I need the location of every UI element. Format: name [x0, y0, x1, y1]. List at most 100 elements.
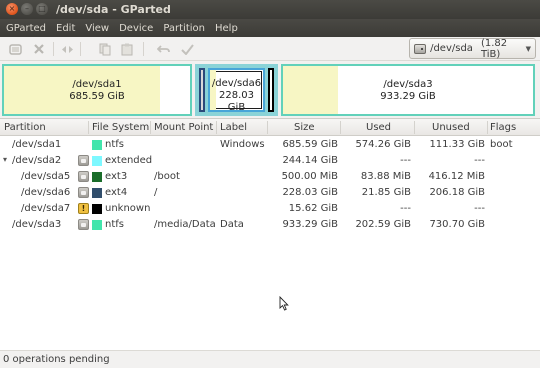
cell-used: --- — [400, 155, 411, 166]
cell-size: 685.59 GiB — [282, 139, 338, 150]
cell-size: 228.03 GiB — [282, 187, 338, 198]
table-row[interactable]: /dev/sda6 ext4 / 228.03 GiB 21.85 GiB 206.18 … — [0, 185, 540, 201]
cell-partition: /dev/sda6 — [21, 187, 71, 198]
cell-used: 83.88 MiB — [360, 171, 411, 182]
cell-label: Data — [220, 219, 244, 230]
menu-partition[interactable]: Partition — [163, 23, 205, 34]
filesystem-color-swatch — [92, 188, 102, 198]
column-header-flags[interactable]: Flags — [490, 122, 516, 133]
expander-arrow-icon[interactable]: ▾ — [3, 155, 7, 164]
diskmap-partition-sda6[interactable]: /dev/sda6 228.03 GiB — [208, 68, 265, 114]
column-divider[interactable] — [487, 121, 488, 134]
menu-help[interactable]: Help — [215, 23, 238, 34]
paste-icon[interactable] — [120, 42, 134, 56]
window-title: /dev/sda - GParted — [56, 3, 171, 16]
diskmap-partition-sda3[interactable]: /dev/sda3 933.29 GiB — [281, 64, 535, 116]
cell-filesystem: ntfs — [105, 219, 124, 230]
column-header-size[interactable]: Size — [294, 122, 315, 133]
diskmap-partition-sda7[interactable] — [268, 68, 274, 112]
column-divider[interactable] — [150, 121, 151, 134]
cell-label: Windows — [220, 139, 265, 150]
cell-size: 500.00 MiB — [281, 171, 338, 182]
menu-bar: GParted Edit View Device Partition Help — [0, 19, 540, 37]
diskmap-sda1-name: /dev/sda1 — [72, 79, 122, 90]
delete-icon[interactable] — [32, 42, 46, 56]
diskmap-partition-sda2[interactable]: /dev/sda6 228.03 GiB — [195, 64, 278, 116]
diskmap-sda1-label: /dev/sda1 685.59 GiB — [4, 79, 190, 103]
filesystem-color-swatch — [92, 140, 102, 150]
copy-icon[interactable] — [98, 42, 112, 56]
diskmap-partition-sda1[interactable]: /dev/sda1 685.59 GiB — [2, 64, 192, 116]
apply-icon[interactable] — [180, 42, 194, 56]
table-row[interactable]: /dev/sda1 ntfs Windows 685.59 GiB 574.26 GiB… — [0, 137, 540, 153]
diskmap-sda6-label: /dev/sda6 228.03 GiB — [210, 78, 263, 114]
filesystem-color-swatch — [92, 172, 102, 182]
maximize-window-button[interactable]: □ — [36, 3, 48, 15]
diskmap-sda1-size: 685.59 GiB — [69, 91, 125, 102]
undo-icon[interactable] — [156, 42, 170, 56]
cell-partition: /dev/sda7 — [21, 203, 71, 214]
cell-unused: 730.70 GiB — [429, 219, 485, 230]
column-header-mountpoint[interactable]: Mount Point — [154, 122, 213, 133]
column-divider[interactable] — [267, 121, 268, 134]
operations-pending-text: 0 operations pending — [3, 354, 110, 365]
filesystem-color-swatch — [92, 156, 102, 166]
column-divider[interactable] — [216, 121, 217, 134]
cell-unused: --- — [474, 155, 485, 166]
maximize-icon: □ — [38, 4, 46, 13]
cell-filesystem: extended — [105, 155, 153, 166]
cell-filesystem: ntfs — [105, 139, 124, 150]
minimize-icon: – — [25, 4, 29, 13]
device-name: /dev/sda — [430, 43, 473, 54]
column-header-unused[interactable]: Unused — [432, 122, 470, 133]
partition-table: Partition File System Mount Point Label … — [0, 118, 540, 350]
device-size: (1.82 TiB) — [480, 37, 508, 60]
resize-move-icon[interactable] — [60, 42, 74, 56]
filesystem-color-swatch — [92, 204, 102, 214]
cell-size: 933.29 GiB — [282, 219, 338, 230]
column-header-used[interactable]: Used — [366, 122, 391, 133]
toolbar-separator — [53, 42, 54, 56]
cell-size: 244.14 GiB — [282, 155, 338, 166]
cell-size: 15.62 GiB — [288, 203, 338, 214]
column-divider[interactable] — [88, 121, 89, 134]
cell-unused: 416.12 MiB — [428, 171, 485, 182]
warning-icon: ! — [78, 203, 89, 214]
minimize-window-button[interactable]: – — [21, 3, 33, 15]
close-window-button[interactable]: × — [6, 3, 18, 15]
diskmap-partition-sda5[interactable] — [199, 68, 205, 112]
cell-filesystem: ext4 — [105, 187, 128, 198]
gparted-window: × – □ /dev/sda - GParted GParted Edit Vi… — [0, 0, 540, 368]
table-row[interactable]: /dev/sda5 ext3/boot 500.00 MiB 83.88 MiB 416… — [0, 169, 540, 185]
title-bar: × – □ /dev/sda - GParted — [0, 0, 540, 19]
table-row[interactable]: /dev/sda7! unknown 15.62 GiB --- --- — [0, 201, 540, 217]
new-partition-icon[interactable] — [8, 42, 22, 56]
filesystem-color-swatch — [92, 220, 102, 230]
chevron-down-icon: ▼ — [525, 44, 531, 53]
diskmap-sda3-label: /dev/sda3 933.29 GiB — [283, 79, 533, 103]
cell-filesystem: ext3 — [105, 171, 128, 182]
menu-device[interactable]: Device — [119, 23, 153, 34]
column-divider[interactable] — [340, 121, 341, 134]
menu-edit[interactable]: Edit — [56, 23, 75, 34]
cell-used: 574.26 GiB — [355, 139, 411, 150]
cell-unused: 206.18 GiB — [429, 187, 485, 198]
diskmap-sda3-name: /dev/sda3 — [383, 79, 433, 90]
menu-gparted[interactable]: GParted — [6, 23, 46, 34]
column-header-filesystem[interactable]: File System — [92, 122, 149, 133]
column-header-label[interactable]: Label — [220, 122, 247, 133]
column-header-partition[interactable]: Partition — [4, 122, 46, 133]
cell-mountpoint: / — [154, 187, 158, 198]
cell-partition: /dev/sda5 — [21, 171, 71, 182]
cell-flags: boot — [490, 139, 513, 150]
table-row[interactable]: ▾ /dev/sda2 extended 244.14 GiB --- --- — [0, 153, 540, 169]
column-divider[interactable] — [414, 121, 415, 134]
cell-filesystem: unknown — [105, 203, 151, 214]
status-bar: 0 operations pending — [0, 350, 540, 368]
device-selector[interactable]: /dev/sda (1.82 TiB) ▼ — [409, 37, 536, 60]
menu-view[interactable]: View — [85, 23, 109, 34]
lock-icon — [78, 219, 89, 230]
table-row[interactable]: /dev/sda3 ntfs/media/Data Data 933.29 GiB 20… — [0, 217, 540, 233]
diskmap-sda3-size: 933.29 GiB — [380, 91, 436, 102]
cell-partition: /dev/sda1 — [12, 139, 62, 150]
